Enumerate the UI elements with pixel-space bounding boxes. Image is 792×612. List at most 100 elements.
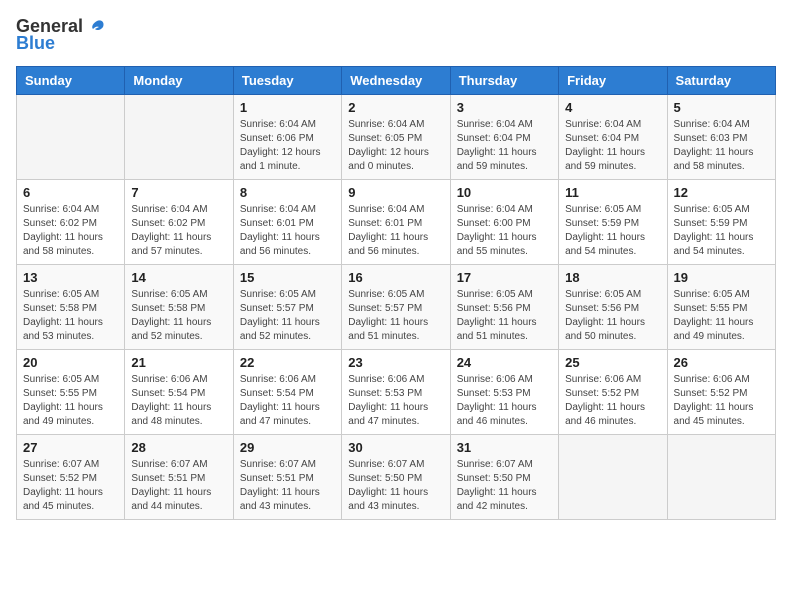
column-header-monday: Monday — [125, 67, 233, 95]
day-number: 5 — [674, 100, 769, 115]
calendar-cell: 8 Sunrise: 6:04 AM Sunset: 6:01 PM Daylig… — [233, 180, 341, 265]
day-info: Sunrise: 6:07 AM Sunset: 5:51 PM Dayligh… — [240, 458, 335, 514]
day-info: Sunrise: 6:07 AM Sunset: 5:51 PM Dayligh… — [131, 458, 226, 514]
day-number: 10 — [457, 185, 552, 200]
day-info: Sunrise: 6:05 AM Sunset: 5:57 PM Dayligh… — [240, 288, 335, 344]
calendar-cell: 6Sunrise: 6:04 AM Sunset: 6:02 PM Daylig… — [17, 180, 125, 265]
calendar-cell: 3 Sunrise: 6:04 AM Sunset: 6:04 PM Daylig… — [450, 95, 558, 180]
day-number: 13 — [23, 270, 118, 285]
logo-bird-icon — [87, 17, 107, 37]
calendar-cell: 5 Sunrise: 6:04 AM Sunset: 6:03 PM Daylig… — [667, 95, 775, 180]
calendar-cell: 23 Sunrise: 6:06 AM Sunset: 5:53 PM Dayli… — [342, 350, 450, 435]
calendar-cell — [559, 435, 667, 520]
day-number: 29 — [240, 440, 335, 455]
calendar-cell: 19Sunrise: 6:05 AM Sunset: 5:55 PM Dayli… — [667, 265, 775, 350]
day-number: 1 — [240, 100, 335, 115]
calendar-cell: 11 Sunrise: 6:05 AM Sunset: 5:59 PM Dayli… — [559, 180, 667, 265]
day-info: Sunrise: 6:05 AM Sunset: 5:57 PM Dayligh… — [348, 288, 443, 344]
day-info: Sunrise: 6:05 AM Sunset: 5:56 PM Dayligh… — [457, 288, 552, 344]
day-info: Sunrise: 6:07 AM Sunset: 5:52 PM Dayligh… — [23, 458, 118, 514]
calendar-cell: 18Sunrise: 6:05 AM Sunset: 5:56 PM Dayli… — [559, 265, 667, 350]
column-header-tuesday: Tuesday — [233, 67, 341, 95]
calendar-header: SundayMondayTuesdayWednesdayThursdayFrid… — [17, 67, 776, 95]
column-header-wednesday: Wednesday — [342, 67, 450, 95]
calendar-cell: 16Sunrise: 6:05 AM Sunset: 5:57 PM Dayli… — [342, 265, 450, 350]
day-info: Sunrise: 6:05 AM Sunset: 5:55 PM Dayligh… — [674, 288, 769, 344]
day-number: 2 — [348, 100, 443, 115]
calendar-cell: 2Sunrise: 6:04 AM Sunset: 6:05 PM Daylig… — [342, 95, 450, 180]
column-header-thursday: Thursday — [450, 67, 558, 95]
calendar-cell: 22 Sunrise: 6:06 AM Sunset: 5:54 PM Dayli… — [233, 350, 341, 435]
day-info: Sunrise: 6:05 AM Sunset: 5:58 PM Dayligh… — [131, 288, 226, 344]
calendar-cell: 9 Sunrise: 6:04 AM Sunset: 6:01 PM Daylig… — [342, 180, 450, 265]
calendar-cell — [125, 95, 233, 180]
calendar-cell: 29 Sunrise: 6:07 AM Sunset: 5:51 PM Dayli… — [233, 435, 341, 520]
day-number: 21 — [131, 355, 226, 370]
calendar-cell: 20 Sunrise: 6:05 AM Sunset: 5:55 PM Dayli… — [17, 350, 125, 435]
day-number: 20 — [23, 355, 118, 370]
day-info: Sunrise: 6:05 AM Sunset: 5:55 PM Dayligh… — [23, 373, 118, 429]
calendar-cell: 17 Sunrise: 6:05 AM Sunset: 5:56 PM Dayli… — [450, 265, 558, 350]
day-number: 18 — [565, 270, 660, 285]
day-info: Sunrise: 6:06 AM Sunset: 5:54 PM Dayligh… — [240, 373, 335, 429]
week-row-4: 20 Sunrise: 6:05 AM Sunset: 5:55 PM Dayli… — [17, 350, 776, 435]
week-row-5: 27 Sunrise: 6:07 AM Sunset: 5:52 PM Dayli… — [17, 435, 776, 520]
calendar-cell — [17, 95, 125, 180]
day-info: Sunrise: 6:04 AM Sunset: 6:06 PM Dayligh… — [240, 118, 335, 174]
page-header: General Blue — [16, 16, 776, 54]
day-info: Sunrise: 6:06 AM Sunset: 5:54 PM Dayligh… — [131, 373, 226, 429]
day-number: 25 — [565, 355, 660, 370]
day-info: Sunrise: 6:07 AM Sunset: 5:50 PM Dayligh… — [348, 458, 443, 514]
day-info: Sunrise: 6:04 AM Sunset: 6:03 PM Dayligh… — [674, 118, 769, 174]
calendar-cell: 30 Sunrise: 6:07 AM Sunset: 5:50 PM Dayli… — [342, 435, 450, 520]
calendar-cell: 14 Sunrise: 6:05 AM Sunset: 5:58 PM Dayli… — [125, 265, 233, 350]
day-number: 8 — [240, 185, 335, 200]
day-number: 14 — [131, 270, 226, 285]
day-number: 4 — [565, 100, 660, 115]
day-info: Sunrise: 6:04 AM Sunset: 6:01 PM Dayligh… — [240, 203, 335, 259]
logo-blue-text: Blue — [16, 33, 55, 54]
calendar-cell: 27 Sunrise: 6:07 AM Sunset: 5:52 PM Dayli… — [17, 435, 125, 520]
day-info: Sunrise: 6:05 AM Sunset: 5:59 PM Dayligh… — [565, 203, 660, 259]
day-number: 6 — [23, 185, 118, 200]
calendar-cell: 12 Sunrise: 6:05 AM Sunset: 5:59 PM Dayli… — [667, 180, 775, 265]
calendar-cell: 15 Sunrise: 6:05 AM Sunset: 5:57 PM Dayli… — [233, 265, 341, 350]
day-info: Sunrise: 6:04 AM Sunset: 6:00 PM Dayligh… — [457, 203, 552, 259]
day-number: 7 — [131, 185, 226, 200]
calendar-cell: 28Sunrise: 6:07 AM Sunset: 5:51 PM Dayli… — [125, 435, 233, 520]
day-info: Sunrise: 6:05 AM Sunset: 5:58 PM Dayligh… — [23, 288, 118, 344]
calendar-cell: 7Sunrise: 6:04 AM Sunset: 6:02 PM Daylig… — [125, 180, 233, 265]
day-number: 27 — [23, 440, 118, 455]
day-info: Sunrise: 6:04 AM Sunset: 6:01 PM Dayligh… — [348, 203, 443, 259]
day-info: Sunrise: 6:05 AM Sunset: 5:59 PM Dayligh… — [674, 203, 769, 259]
calendar-table: SundayMondayTuesdayWednesdayThursdayFrid… — [16, 66, 776, 520]
calendar-cell: 13 Sunrise: 6:05 AM Sunset: 5:58 PM Dayli… — [17, 265, 125, 350]
calendar-cell: 1 Sunrise: 6:04 AM Sunset: 6:06 PM Daylig… — [233, 95, 341, 180]
logo: General Blue — [16, 16, 107, 54]
day-number: 22 — [240, 355, 335, 370]
day-info: Sunrise: 6:07 AM Sunset: 5:50 PM Dayligh… — [457, 458, 552, 514]
column-header-sunday: Sunday — [17, 67, 125, 95]
day-info: Sunrise: 6:06 AM Sunset: 5:52 PM Dayligh… — [565, 373, 660, 429]
day-number: 11 — [565, 185, 660, 200]
column-header-friday: Friday — [559, 67, 667, 95]
calendar-cell: 21 Sunrise: 6:06 AM Sunset: 5:54 PM Dayli… — [125, 350, 233, 435]
calendar-cell — [667, 435, 775, 520]
week-row-1: 1 Sunrise: 6:04 AM Sunset: 6:06 PM Daylig… — [17, 95, 776, 180]
calendar-cell: 10 Sunrise: 6:04 AM Sunset: 6:00 PM Dayli… — [450, 180, 558, 265]
day-number: 24 — [457, 355, 552, 370]
day-info: Sunrise: 6:06 AM Sunset: 5:53 PM Dayligh… — [348, 373, 443, 429]
day-info: Sunrise: 6:04 AM Sunset: 6:04 PM Dayligh… — [457, 118, 552, 174]
day-number: 23 — [348, 355, 443, 370]
day-number: 17 — [457, 270, 552, 285]
day-number: 9 — [348, 185, 443, 200]
day-number: 15 — [240, 270, 335, 285]
day-number: 3 — [457, 100, 552, 115]
day-number: 12 — [674, 185, 769, 200]
header-row: SundayMondayTuesdayWednesdayThursdayFrid… — [17, 67, 776, 95]
day-info: Sunrise: 6:06 AM Sunset: 5:52 PM Dayligh… — [674, 373, 769, 429]
day-number: 30 — [348, 440, 443, 455]
calendar-cell: 4Sunrise: 6:04 AM Sunset: 6:04 PM Daylig… — [559, 95, 667, 180]
week-row-2: 6Sunrise: 6:04 AM Sunset: 6:02 PM Daylig… — [17, 180, 776, 265]
calendar-body: 1 Sunrise: 6:04 AM Sunset: 6:06 PM Daylig… — [17, 95, 776, 520]
